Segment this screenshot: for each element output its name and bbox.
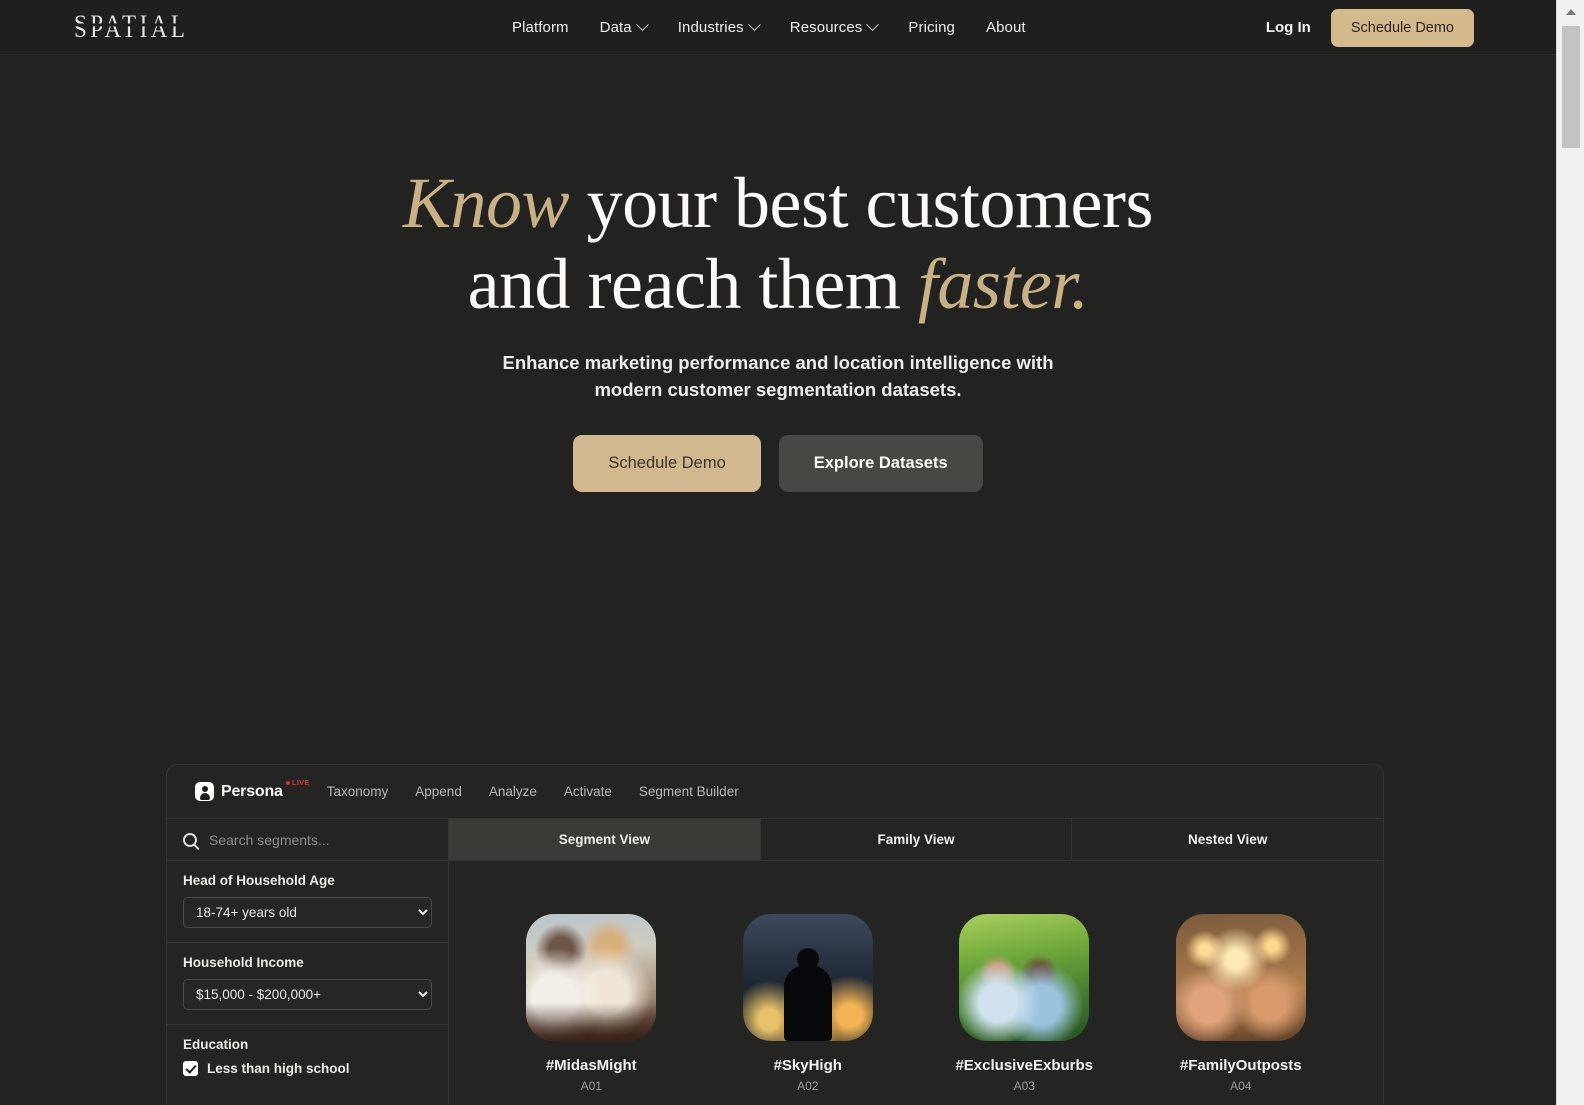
segment-code: A03 — [1013, 1079, 1035, 1093]
segment-photo-family-outposts — [1175, 914, 1306, 1041]
nav-item-pricing[interactable]: Pricing — [908, 19, 955, 36]
app-main-content: Segment View Family View Nested View #Mi… — [449, 819, 1383, 1105]
app-tab-taxonomy[interactable]: Taxonomy — [327, 784, 389, 799]
age-range-select[interactable]: 18-74+ years old — [183, 897, 432, 928]
hero-headline-line-2: and reach them faster. — [0, 248, 1556, 321]
tab-segment-view[interactable]: Segment View — [449, 819, 761, 860]
chevron-down-icon — [635, 18, 649, 32]
live-dot-icon — [285, 780, 290, 785]
hero-section: Know your best customers and reach them … — [0, 55, 1556, 755]
login-link[interactable]: Log In — [1266, 19, 1311, 36]
segment-photo-midas-might — [526, 914, 657, 1041]
hero-explore-datasets-button[interactable]: Explore Datasets — [778, 435, 983, 492]
browser-viewport: SPATIAL SPATIAL Platform Data Industries… — [0, 0, 1556, 1105]
app-tab-segment-builder[interactable]: Segment Builder — [639, 784, 739, 799]
segment-code: A02 — [797, 1079, 819, 1093]
hero-headline-accent-2: faster. — [917, 244, 1089, 325]
scrollbar-thumb[interactable] — [1562, 26, 1580, 148]
segment-thumbnail — [742, 914, 873, 1041]
education-checkbox[interactable] — [183, 1061, 198, 1076]
filter-label-age: Head of Household Age — [183, 873, 335, 888]
chevron-down-icon — [866, 18, 880, 32]
education-checkbox-label: Less than high school — [207, 1061, 350, 1076]
hero-subheadline: Enhance marketing performance and locati… — [502, 352, 1054, 401]
segment-card[interactable]: #ExclusiveExburbs A03 — [949, 914, 1099, 1093]
nav-item-about-label: About — [985, 19, 1026, 36]
page-scrollbar[interactable] — [1556, 0, 1584, 1105]
scrollbar-up-button[interactable] — [1557, 0, 1584, 24]
hero-headline: Know your best customers and reach them … — [0, 166, 1556, 322]
segment-card-grid: #MidasMight A01 #SkyHigh A02 #ExclusiveE… — [449, 861, 1383, 1093]
segment-code: A01 — [580, 1079, 602, 1093]
nav-item-platform-label: Platform — [512, 19, 569, 36]
segment-card[interactable]: #SkyHigh A02 — [733, 914, 883, 1093]
search-bar[interactable] — [167, 819, 448, 861]
person-icon — [195, 782, 214, 801]
search-icon — [183, 832, 197, 847]
nav-item-industries-label: Industries — [677, 19, 744, 36]
tab-nested-view[interactable]: Nested View — [1072, 819, 1383, 860]
app-toolbar: Persona LIVE Taxonomy Append Analyze Act… — [167, 765, 1383, 819]
nav-item-platform[interactable]: Platform — [512, 19, 569, 36]
tab-family-view[interactable]: Family View — [761, 819, 1073, 860]
app-tab-analyze[interactable]: Analyze — [489, 784, 537, 799]
app-nav-tabs: Taxonomy Append Analyze Activate Segment… — [327, 784, 739, 799]
nav-item-about[interactable]: About — [986, 19, 1026, 36]
page-root: SPATIAL SPATIAL Platform Data Industries… — [0, 0, 1584, 1105]
persona-brand[interactable]: Persona LIVE — [195, 778, 309, 801]
segment-photo-sky-high — [742, 914, 873, 1041]
segment-name: #SkyHigh — [773, 1057, 842, 1074]
filter-label-income: Household Income — [183, 955, 304, 970]
nav-item-data[interactable]: Data — [599, 18, 649, 36]
filter-sidebar: Head of Household Age 18-74+ years old H… — [167, 819, 449, 1105]
product-screenshot-panel: Persona LIVE Taxonomy Append Analyze Act… — [166, 764, 1384, 1105]
segment-card[interactable]: #MidasMight A01 — [516, 914, 666, 1093]
live-badge-label: LIVE — [291, 778, 310, 787]
view-tab-bar: Segment View Family View Nested View — [449, 819, 1383, 861]
hero-headline-rest-1: your best customers — [569, 163, 1154, 243]
segment-name: #MidasMight — [545, 1057, 637, 1074]
hero-schedule-demo-button[interactable]: Schedule Demo — [573, 435, 761, 492]
segment-thumbnail — [1175, 914, 1306, 1041]
nav-item-resources-label: Resources — [789, 19, 863, 36]
segment-thumbnail — [526, 914, 657, 1041]
hero-headline-accent-1: Know — [403, 163, 570, 243]
filter-education: Education Less than high school — [167, 1025, 448, 1090]
persona-brand-label: Persona — [221, 782, 283, 800]
segment-card[interactable]: #FamilyOutposts A04 — [1166, 914, 1316, 1093]
app-body: Head of Household Age 18-74+ years old H… — [167, 819, 1383, 1105]
header-schedule-demo-button[interactable]: Schedule Demo — [1330, 8, 1474, 47]
segment-photo-exclusive-exburbs — [959, 914, 1090, 1041]
income-range-select[interactable]: $15,000 - $200,000+ — [183, 979, 432, 1010]
education-option-row[interactable]: Less than high school — [183, 1061, 432, 1076]
status-badge: LIVE — [285, 778, 310, 787]
app-tab-append[interactable]: Append — [415, 784, 462, 799]
nav-item-resources[interactable]: Resources — [789, 18, 880, 36]
filter-label-education: Education — [183, 1037, 249, 1052]
primary-nav: Platform Data Industries Resources Prici… — [512, 0, 1026, 55]
filter-head-of-household-age: Head of Household Age 18-74+ years old — [167, 861, 448, 943]
chevron-up-icon — [1566, 9, 1576, 15]
segment-name: #FamilyOutposts — [1179, 1057, 1302, 1074]
hero-headline-rest-2: and reach them — [467, 244, 918, 325]
segment-thumbnail — [959, 914, 1090, 1041]
chevron-down-icon — [747, 18, 761, 32]
search-input[interactable] — [209, 831, 419, 848]
site-header: SPATIAL SPATIAL Platform Data Industries… — [0, 0, 1556, 55]
nav-item-pricing-label: Pricing — [908, 19, 955, 36]
segment-name: #ExclusiveExburbs — [955, 1057, 1094, 1074]
hero-cta-group: Schedule Demo Explore Datasets — [0, 435, 1556, 492]
site-logo[interactable]: SPATIAL SPATIAL — [74, 11, 204, 45]
segment-code: A04 — [1230, 1079, 1252, 1093]
app-tab-activate[interactable]: Activate — [564, 784, 612, 799]
header-actions: Log In Schedule Demo — [1266, 0, 1474, 55]
nav-item-data-label: Data — [599, 19, 632, 36]
filter-household-income: Household Income $15,000 - $200,000+ — [167, 943, 448, 1025]
nav-item-industries[interactable]: Industries — [677, 18, 761, 36]
